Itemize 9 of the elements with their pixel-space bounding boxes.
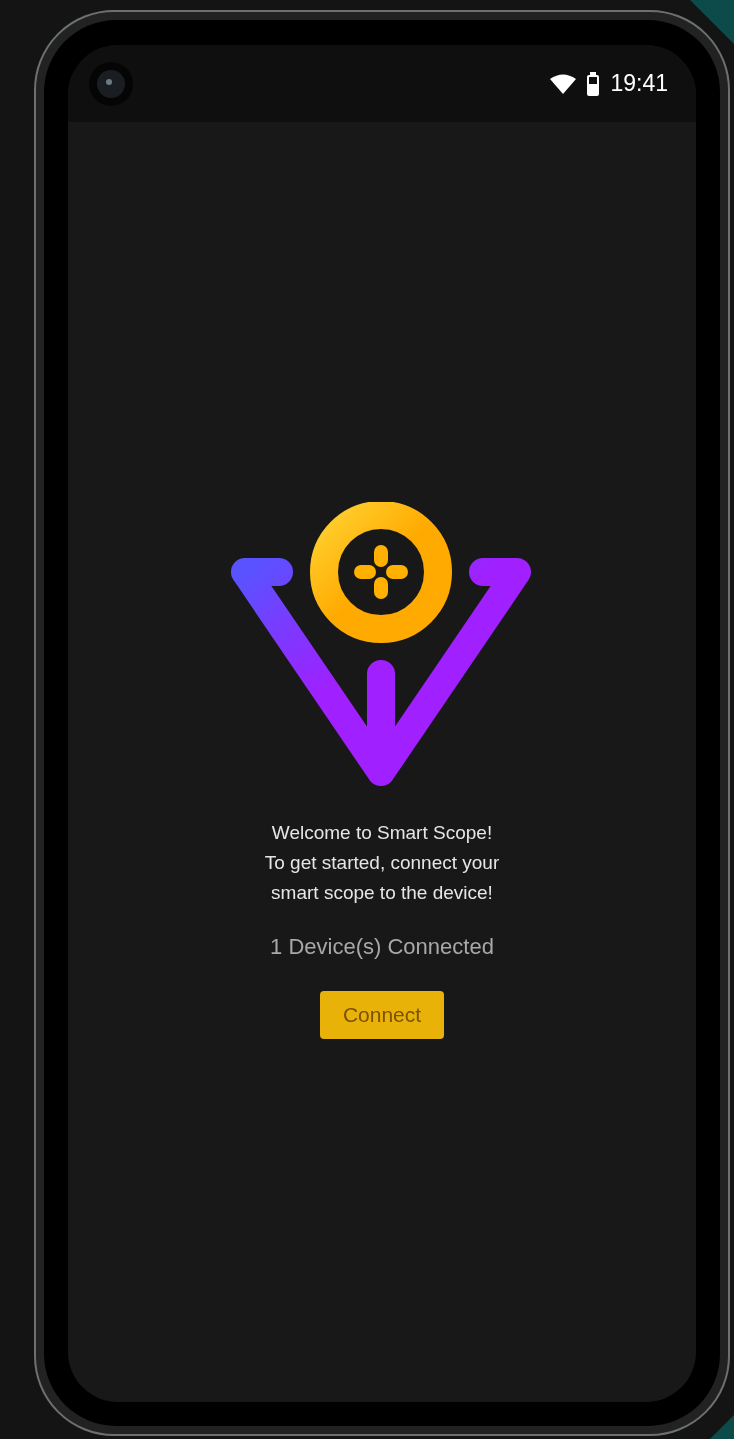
camera-icon — [88, 60, 134, 107]
wifi-icon — [550, 73, 577, 94]
battery-icon — [586, 71, 601, 96]
background-corner — [710, 1415, 734, 1439]
connect-button[interactable]: Connect — [319, 991, 445, 1039]
device-status: 1 Device(s) Connected — [270, 933, 494, 961]
welcome-message: Welcome to Smart Scope! To get started, connect your smart scope to the device! — [264, 821, 500, 905]
status-time: 19:41 — [610, 69, 668, 99]
background-corner — [690, 0, 734, 44]
